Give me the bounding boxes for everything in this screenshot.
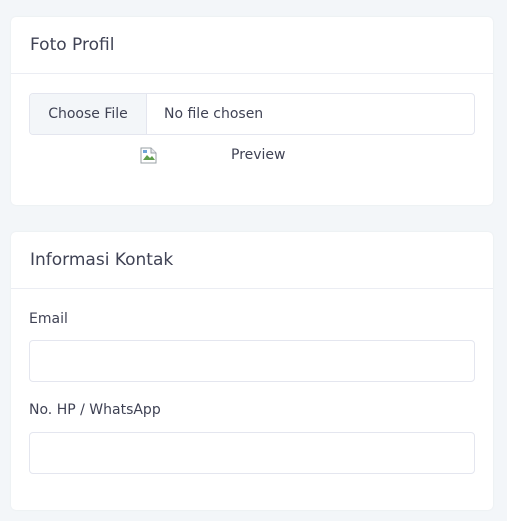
informasi-kontak-title: Informasi Kontak [30, 250, 174, 270]
phone-field[interactable] [29, 432, 475, 474]
file-status-text: No file chosen [164, 106, 264, 122]
foto-profil-title: Foto Profil [30, 35, 115, 55]
informasi-kontak-header: Informasi Kontak [11, 232, 493, 289]
photo-preview: Preview [140, 147, 286, 164]
broken-image-icon [140, 147, 157, 164]
informasi-kontak-card: Informasi Kontak Email No. HP / WhatsApp [11, 232, 493, 510]
profile-photo-file-input[interactable]: Choose File No file chosen [29, 93, 475, 135]
foto-profil-header: Foto Profil [11, 17, 493, 74]
email-field[interactable] [29, 340, 475, 382]
email-label: Email [29, 311, 68, 327]
foto-profil-card: Foto Profil Choose File No file chosen P… [11, 17, 493, 205]
choose-file-button[interactable]: Choose File [30, 94, 147, 134]
preview-alt-text: Preview [231, 147, 286, 163]
phone-label: No. HP / WhatsApp [29, 402, 161, 418]
